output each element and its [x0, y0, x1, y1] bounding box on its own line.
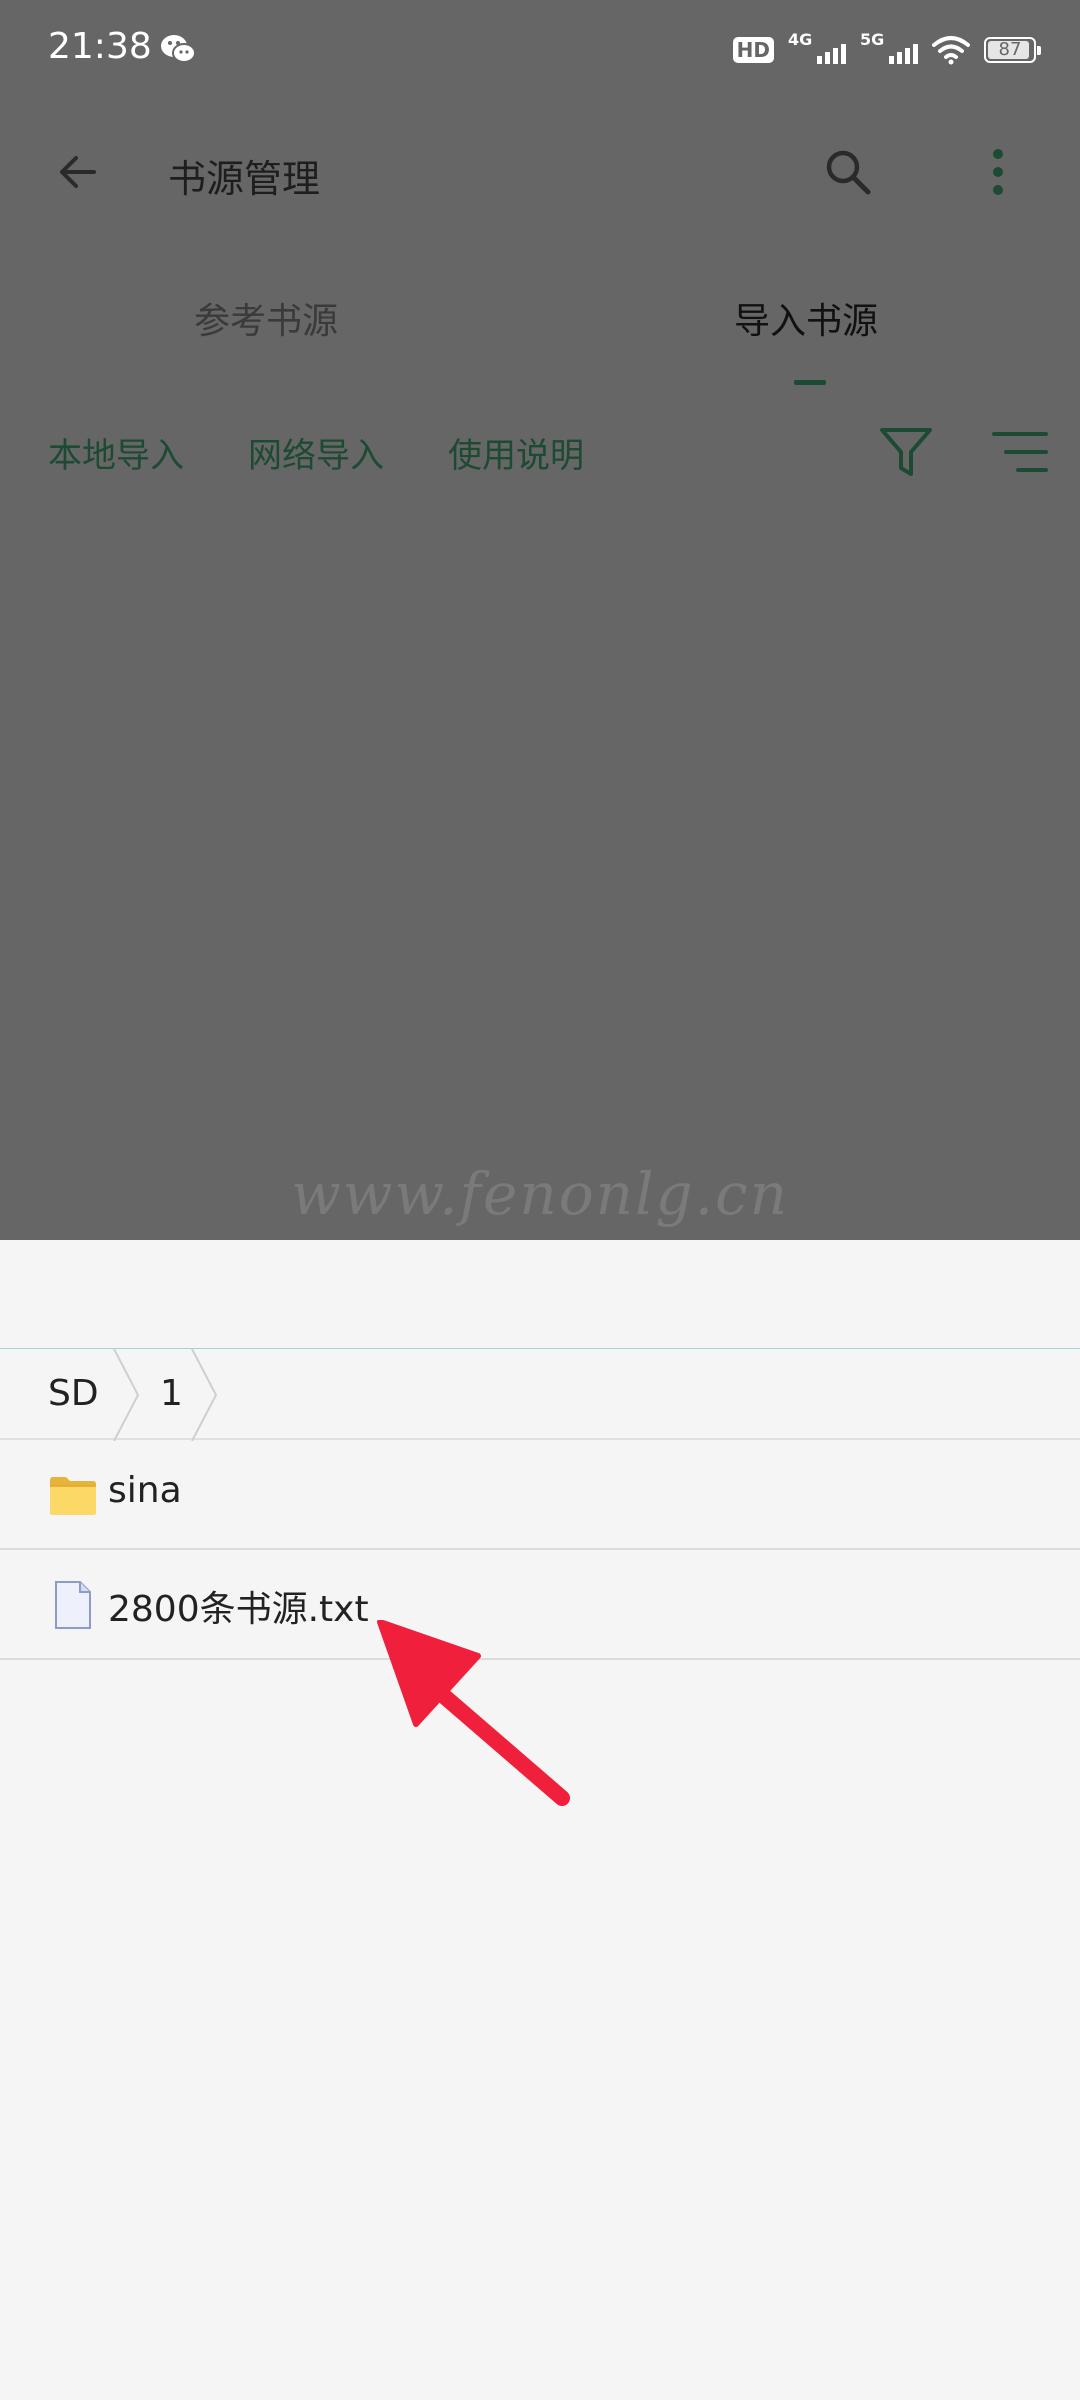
tab-import-sources[interactable]: 导入书源: [734, 292, 878, 344]
app-toolbar: 书源管理: [0, 120, 1080, 220]
sort-lines-icon[interactable]: [990, 424, 1050, 480]
local-import-button[interactable]: 本地导入: [48, 428, 184, 477]
chevron-right-icon: [191, 1349, 218, 1441]
file-picker-sheet: SD 1 sina 2800条书源.txt: [0, 1240, 1080, 2400]
search-icon[interactable]: [818, 142, 878, 202]
network-import-button[interactable]: 网络导入: [248, 428, 384, 477]
chevron-right-icon: [113, 1349, 140, 1441]
file-icon: [55, 1581, 91, 1629]
tab-indicator: [794, 380, 826, 385]
battery-level: 87: [998, 39, 1022, 60]
hd-badge: HD: [732, 37, 774, 63]
network-type-label: 5G: [860, 30, 885, 49]
folder-name: sina: [108, 1470, 182, 1511]
status-time: 21:38: [48, 26, 152, 67]
tab-reference-sources[interactable]: 参考书源: [194, 292, 338, 344]
signal-5g-icon: 5G: [860, 30, 918, 68]
battery-icon: 87: [984, 37, 1041, 63]
watermark: www.fenonlg.cn: [291, 1160, 789, 1228]
import-actions: 本地导入 网络导入 使用说明: [0, 420, 1080, 480]
breadcrumb-sd[interactable]: SD: [48, 1373, 99, 1414]
page-title: 书源管理: [168, 157, 321, 201]
background-activity: 21:38 HD 4G 5G 87 书源管理 参考书源 导入书源 本地导入 网络…: [0, 0, 1080, 1240]
more-vertical-icon[interactable]: [968, 142, 1028, 202]
arrow-left-icon[interactable]: [48, 142, 108, 202]
signal-4g-icon: 4G: [788, 30, 846, 68]
list-item-folder[interactable]: sina: [0, 1440, 1080, 1550]
instructions-button[interactable]: 使用说明: [448, 428, 584, 477]
red-arrow-icon: [377, 1620, 570, 1806]
tab-bar: 参考书源 导入书源: [0, 280, 1080, 385]
file-name: 2800条书源.txt: [108, 1589, 369, 1630]
wifi-icon: [932, 36, 970, 65]
status-icons: HD 4G 5G 87: [732, 30, 1041, 70]
network-type-label: 4G: [788, 30, 813, 49]
breadcrumb-folder-1[interactable]: 1: [160, 1373, 183, 1414]
status-bar: 21:38 HD 4G 5G 87: [0, 0, 1080, 100]
filter-icon[interactable]: [878, 424, 934, 480]
breadcrumb: SD 1: [0, 1348, 1080, 1441]
folder-icon: [50, 1477, 96, 1515]
wechat-icon: [161, 35, 196, 63]
